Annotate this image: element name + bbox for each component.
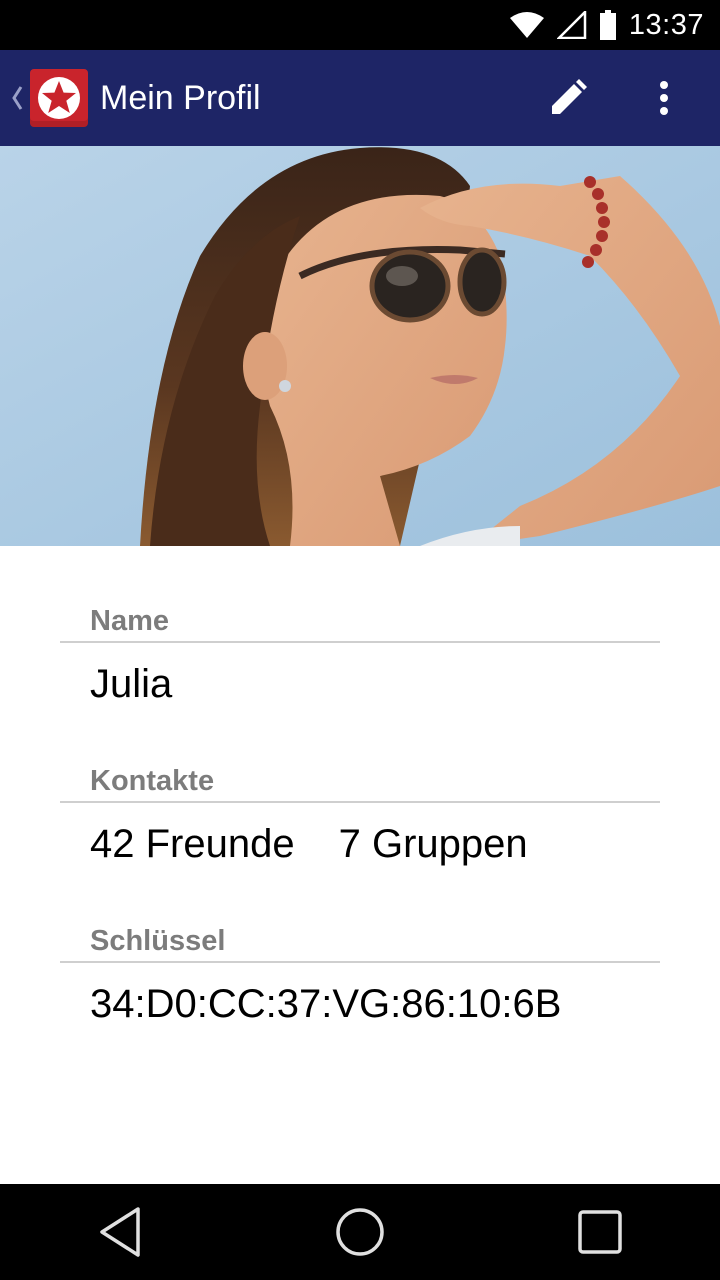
profile-header-photo bbox=[0, 146, 720, 546]
divider bbox=[60, 641, 660, 643]
wifi-icon bbox=[509, 12, 544, 38]
page-title: Mein Profil bbox=[100, 78, 261, 117]
groups-count[interactable]: 7 Gruppen bbox=[339, 822, 528, 866]
battery-icon bbox=[599, 10, 616, 40]
status-bar: 13:37 bbox=[0, 0, 720, 50]
app-logo[interactable] bbox=[30, 69, 88, 127]
edit-button[interactable] bbox=[528, 50, 608, 146]
friends-count[interactable]: 42 Freunde bbox=[90, 822, 295, 866]
name-label: Name bbox=[90, 605, 169, 637]
signal-icon bbox=[556, 11, 587, 39]
key-field: Schlüssel 34:D0:CC:37:VG:86:10:6B bbox=[60, 924, 660, 1029]
home-circle-icon bbox=[336, 1208, 384, 1256]
back-button[interactable] bbox=[60, 1184, 180, 1280]
system-navigation-bar bbox=[0, 1184, 720, 1280]
contacts-value: 42 Freunde 7 Gruppen bbox=[60, 819, 660, 869]
home-button[interactable] bbox=[300, 1184, 420, 1280]
recents-square-icon bbox=[578, 1210, 622, 1254]
contacts-label: Kontakte bbox=[90, 765, 215, 797]
star-logo-icon bbox=[38, 77, 80, 119]
overflow-menu-button[interactable] bbox=[624, 50, 704, 146]
key-value: 34:D0:CC:37:VG:86:10:6B bbox=[90, 982, 562, 1026]
chevron-left-icon bbox=[12, 86, 23, 110]
app-bar: Mein Profil bbox=[0, 50, 720, 146]
name-field: Name Julia bbox=[60, 604, 660, 709]
key-label: Schlüssel bbox=[90, 925, 226, 957]
divider bbox=[60, 801, 660, 803]
name-value: Julia bbox=[90, 662, 173, 706]
back-triangle-icon bbox=[100, 1207, 140, 1257]
overflow-menu-icon bbox=[660, 81, 668, 115]
recents-button[interactable] bbox=[540, 1184, 660, 1280]
contacts-field: Kontakte 42 Freunde 7 Gruppen bbox=[60, 764, 660, 869]
edit-icon bbox=[552, 79, 587, 114]
up-navigation-button[interactable] bbox=[4, 50, 30, 146]
status-time: 13:37 bbox=[628, 8, 704, 41]
divider bbox=[60, 961, 660, 963]
